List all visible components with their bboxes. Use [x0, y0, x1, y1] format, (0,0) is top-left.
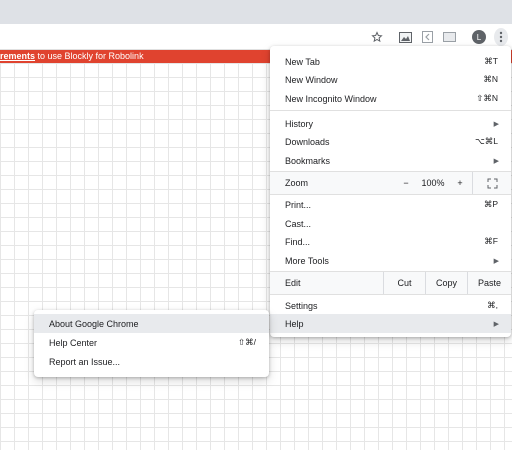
zoom-plus: +: [457, 178, 463, 188]
menu-item-help[interactable]: Help ▶: [270, 314, 511, 333]
zoom-row: Zoom − 100% +: [270, 172, 511, 194]
menu-separator: [270, 294, 511, 295]
menu-item-print[interactable]: Print... ⌘P: [270, 195, 511, 214]
paste-button[interactable]: Paste: [467, 272, 511, 294]
menu-shortcut: ⌘,: [487, 300, 498, 310]
menu-item-new-tab[interactable]: New Tab ⌘T: [270, 52, 511, 71]
blockly-icon[interactable]: [420, 30, 434, 44]
menu-item-find[interactable]: Find... ⌘F: [270, 232, 511, 251]
menu-shortcut: ⇧⌘/: [238, 337, 256, 347]
zoom-value: 100%: [421, 178, 445, 188]
menu-label: Report an Issue...: [49, 356, 121, 367]
menu-label: New Tab: [285, 56, 320, 67]
menu-label: Find...: [285, 236, 311, 247]
menu-item-cast[interactable]: Cast...: [270, 214, 511, 233]
copy-button[interactable]: Copy: [425, 272, 467, 294]
menu-item-help-center[interactable]: Help Center ⇧⌘/: [34, 333, 269, 352]
menu-separator: [270, 110, 511, 111]
edit-row: Edit Cut Copy Paste: [270, 272, 511, 294]
menu-label: Settings: [285, 300, 318, 311]
menu-item-more-tools[interactable]: More Tools ▶: [270, 251, 511, 270]
tab-strip: [0, 0, 512, 24]
menu-label: Help Center: [49, 337, 98, 348]
menu-label: New Window: [285, 74, 338, 85]
menu-shortcut: ⇧⌘N: [476, 93, 498, 103]
banner-link[interactable]: rements: [0, 51, 35, 61]
menu-label: Help: [285, 318, 304, 329]
profile-avatar[interactable]: L: [472, 30, 486, 44]
star-icon[interactable]: [370, 30, 384, 44]
menu-shortcut: ⌘F: [484, 236, 498, 246]
submenu-arrow-icon: ▶: [493, 257, 499, 265]
menu-item-about-google-chrome[interactable]: About Google Chrome: [34, 314, 269, 333]
menu-item-downloads[interactable]: Downloads ⌥⌘L: [270, 132, 511, 151]
zoom-level: 100%: [418, 172, 448, 194]
menu-item-report-an-issue[interactable]: Report an Issue...: [34, 352, 269, 371]
edit-label: Edit: [285, 278, 301, 288]
zoom-in-button[interactable]: +: [448, 172, 472, 194]
copy-label: Copy: [435, 278, 457, 288]
menu-label: Bookmarks: [285, 155, 331, 166]
avatar-letter: L: [476, 32, 482, 42]
menu-label: Print...: [285, 199, 312, 210]
submenu-arrow-icon: ▶: [493, 157, 499, 165]
menu-shortcut: ⌥⌘L: [474, 136, 498, 146]
menu-label: More Tools: [285, 255, 329, 266]
zoom-label: Zoom: [285, 178, 309, 188]
submenu-arrow-icon: ▶: [493, 320, 499, 328]
menu-shortcut: ⌘P: [483, 199, 498, 209]
menu-item-bookmarks[interactable]: Bookmarks ▶: [270, 151, 511, 170]
banner-text: to use Blockly for Robolink: [35, 51, 144, 61]
submenu-arrow-icon: ▶: [493, 120, 499, 128]
chrome-main-menu: New Tab ⌘T New Window ⌘N New Incognito W…: [270, 46, 511, 337]
cast-icon[interactable]: [442, 30, 456, 44]
fullscreen-icon[interactable]: [472, 172, 511, 194]
zoom-out-button[interactable]: −: [394, 172, 418, 194]
cut-label: Cut: [397, 278, 412, 288]
menu-item-new-incognito-window[interactable]: New Incognito Window ⇧⌘N: [270, 89, 511, 108]
menu-label: History: [285, 118, 314, 129]
paste-label: Paste: [477, 278, 501, 288]
cut-button[interactable]: Cut: [383, 272, 425, 294]
menu-shortcut: ⌘T: [484, 56, 498, 66]
menu-shortcut: ⌘N: [483, 74, 498, 84]
menu-label: Cast...: [285, 218, 312, 229]
menu-item-history[interactable]: History ▶: [270, 114, 511, 133]
help-submenu: About Google Chrome Help Center ⇧⌘/ Repo…: [34, 310, 269, 377]
kebab-menu-icon[interactable]: [494, 28, 508, 46]
menu-item-settings[interactable]: Settings ⌘,: [270, 296, 511, 315]
menu-item-new-window[interactable]: New Window ⌘N: [270, 70, 511, 89]
menu-label: About Google Chrome: [49, 318, 139, 329]
zoom-minus: −: [403, 178, 409, 188]
image-icon[interactable]: [398, 30, 412, 44]
